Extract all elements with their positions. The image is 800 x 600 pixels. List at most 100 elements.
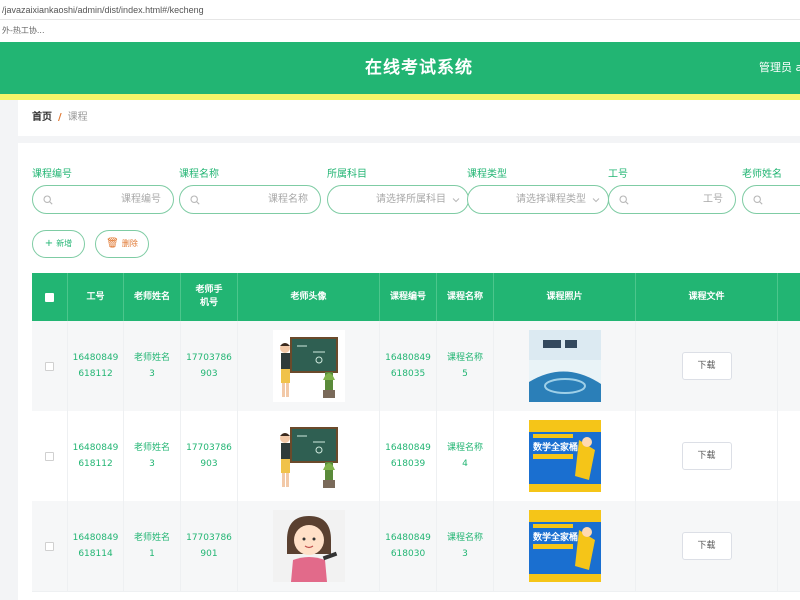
table-row[interactable]: 16480849618114 老师姓名1 17703786901 1648084… (32, 501, 800, 591)
teacher-name-text: 老师姓名3 (133, 443, 170, 469)
search-icon (43, 195, 53, 205)
select-all-checkbox-cell[interactable] (32, 273, 68, 321)
add-button[interactable]: + 新增 (32, 230, 85, 258)
cell-course-file: 下载 (636, 411, 778, 501)
cell-course-name: 课程名称5 (437, 321, 494, 411)
cell-course-file: 下载 (636, 501, 778, 591)
chevron-down-icon (592, 198, 600, 203)
cell-course-no: 16480849618030 (380, 501, 437, 591)
course-no-text: 16480849618030 (385, 533, 431, 559)
teacher-name-text: 老师姓名3 (133, 353, 170, 379)
download-button[interactable]: 下载 (681, 442, 732, 470)
table-row[interactable]: 16480849618112 老师姓名3 17703786903 1648084… (32, 411, 800, 501)
course-name-text: 课程名称5 (446, 353, 483, 379)
cell-course-photo (494, 321, 636, 411)
address-bar[interactable]: /javazaixiankaoshi/admin/dist/index.html… (0, 0, 800, 20)
column-header-course-photo: 课程照片 (494, 273, 636, 321)
breadcrumb-separator: / (58, 112, 62, 123)
filter-label-subject: 所属科目 (327, 169, 367, 180)
row-checkbox-cell[interactable] (32, 411, 68, 501)
trash-icon: 🗑 (106, 238, 119, 249)
course-photo-title: 数学全家桶 (533, 531, 578, 543)
bookmark-item[interactable]: 外-热工协... (2, 26, 45, 35)
subject-placeholder: 请选择所属科目 (376, 194, 446, 205)
select-all-checkbox[interactable] (45, 292, 54, 302)
course-no-placeholder: 课程编号 (121, 194, 161, 205)
cell-overflow (778, 501, 800, 591)
teacher-avatar-image (272, 420, 345, 492)
breadcrumb-home[interactable]: 首页 (32, 112, 52, 123)
user-menu[interactable]: 管理员 a (759, 42, 800, 94)
column-header-overflow (778, 273, 800, 321)
course-type-placeholder: 请选择课程类型 (516, 194, 586, 205)
plus-icon: + (44, 238, 54, 249)
column-header-teacher-avatar: 老师头像 (238, 273, 380, 321)
course-name-text: 课程名称4 (446, 443, 483, 469)
filter-label-teacher-name: 老师姓名 (742, 169, 782, 180)
teacher-avatar-image (272, 330, 345, 402)
breadcrumb-current: 课程 (67, 112, 88, 123)
job-no-text: 16480849618114 (72, 533, 119, 559)
teacher-name-text: 老师姓名1 (133, 533, 170, 559)
column-header-course-no: 课程编号 (380, 273, 437, 321)
cell-teacher-phone: 17703786901 (181, 501, 238, 591)
cell-job-no: 16480849618112 (68, 411, 124, 501)
cell-teacher-phone: 17703786903 (181, 411, 238, 501)
teacher-phone-text: 17703786901 (186, 533, 232, 559)
download-button[interactable]: 下载 (681, 352, 732, 380)
cell-teacher-avatar (238, 411, 380, 501)
course-photo-image: 数学全家桶 (528, 510, 601, 582)
job-no-search-input[interactable]: 工号 (608, 185, 736, 214)
row-checkbox-cell[interactable] (32, 501, 68, 591)
cell-course-photo: 数学全家桶 (494, 501, 636, 591)
cell-job-no: 16480849618114 (68, 501, 124, 591)
cell-teacher-name: 老师姓名3 (124, 321, 181, 411)
cell-overflow (778, 411, 800, 501)
column-header-course-name: 课程名称 (437, 273, 494, 321)
cell-course-name: 课程名称4 (437, 411, 494, 501)
subject-select[interactable]: 请选择所属科目 (327, 185, 469, 214)
chevron-down-icon (452, 198, 460, 203)
table-header: 工号 老师姓名 老师手机号 老师头像 课程编号 课程名称 课程照片 课程文件 (32, 273, 800, 321)
bookmark-bar: 外-热工协... (0, 20, 800, 42)
search-icon (753, 195, 763, 205)
table-row[interactable]: 16480849618112 老师姓名3 17703786903 1648084… (32, 321, 800, 411)
cell-course-photo: 数学全家桶 (494, 411, 636, 501)
column-header-teacher-phone: 老师手机号 (181, 273, 238, 321)
course-no-text: 16480849618035 (385, 353, 431, 379)
job-no-placeholder: 工号 (703, 194, 723, 205)
filter-label-course-type: 课程类型 (467, 169, 507, 180)
job-no-text: 16480849618112 (72, 443, 119, 469)
course-type-select[interactable]: 请选择课程类型 (467, 185, 609, 214)
cell-teacher-avatar (238, 501, 380, 591)
delete-button[interactable]: 🗑 删除 (95, 230, 149, 258)
course-name-search-input[interactable]: 课程名称 (179, 185, 321, 214)
teacher-name-search-input[interactable] (742, 185, 800, 214)
course-name-text: 课程名称3 (446, 533, 483, 559)
filter-label-job-no: 工号 (608, 169, 628, 180)
course-no-text: 16480849618039 (385, 443, 431, 469)
address-bar-url: /javazaixiankaoshi/admin/dist/index.html… (2, 5, 204, 15)
add-button-label: 新增 (56, 239, 73, 248)
cell-job-no: 16480849618112 (68, 321, 124, 411)
row-checkbox[interactable] (45, 541, 54, 551)
download-button[interactable]: 下载 (681, 532, 732, 560)
cell-teacher-name: 老师姓名1 (124, 501, 181, 591)
breadcrumb: 首页 / 课程 (18, 100, 800, 136)
cell-teacher-phone: 17703786903 (181, 321, 238, 411)
row-checkbox-cell[interactable] (32, 321, 68, 411)
column-header-job-no: 工号 (68, 273, 124, 321)
search-icon (190, 195, 200, 205)
app-title: 在线考试系统 (365, 58, 473, 78)
row-checkbox[interactable] (45, 361, 54, 371)
main-panel: 课程编号 课程名称 所属科目 课程类型 工号 老师姓名 课程编号 课程名称 请选… (18, 143, 800, 600)
course-no-search-input[interactable]: 课程编号 (32, 185, 174, 214)
column-header-teacher-name: 老师姓名 (124, 273, 181, 321)
cell-course-name: 课程名称3 (437, 501, 494, 591)
row-checkbox[interactable] (45, 451, 54, 461)
cell-teacher-name: 老师姓名3 (124, 411, 181, 501)
course-name-placeholder: 课程名称 (268, 194, 308, 205)
cell-teacher-avatar (238, 321, 380, 411)
table-row[interactable] (32, 591, 800, 600)
column-header-course-file: 课程文件 (636, 273, 778, 321)
